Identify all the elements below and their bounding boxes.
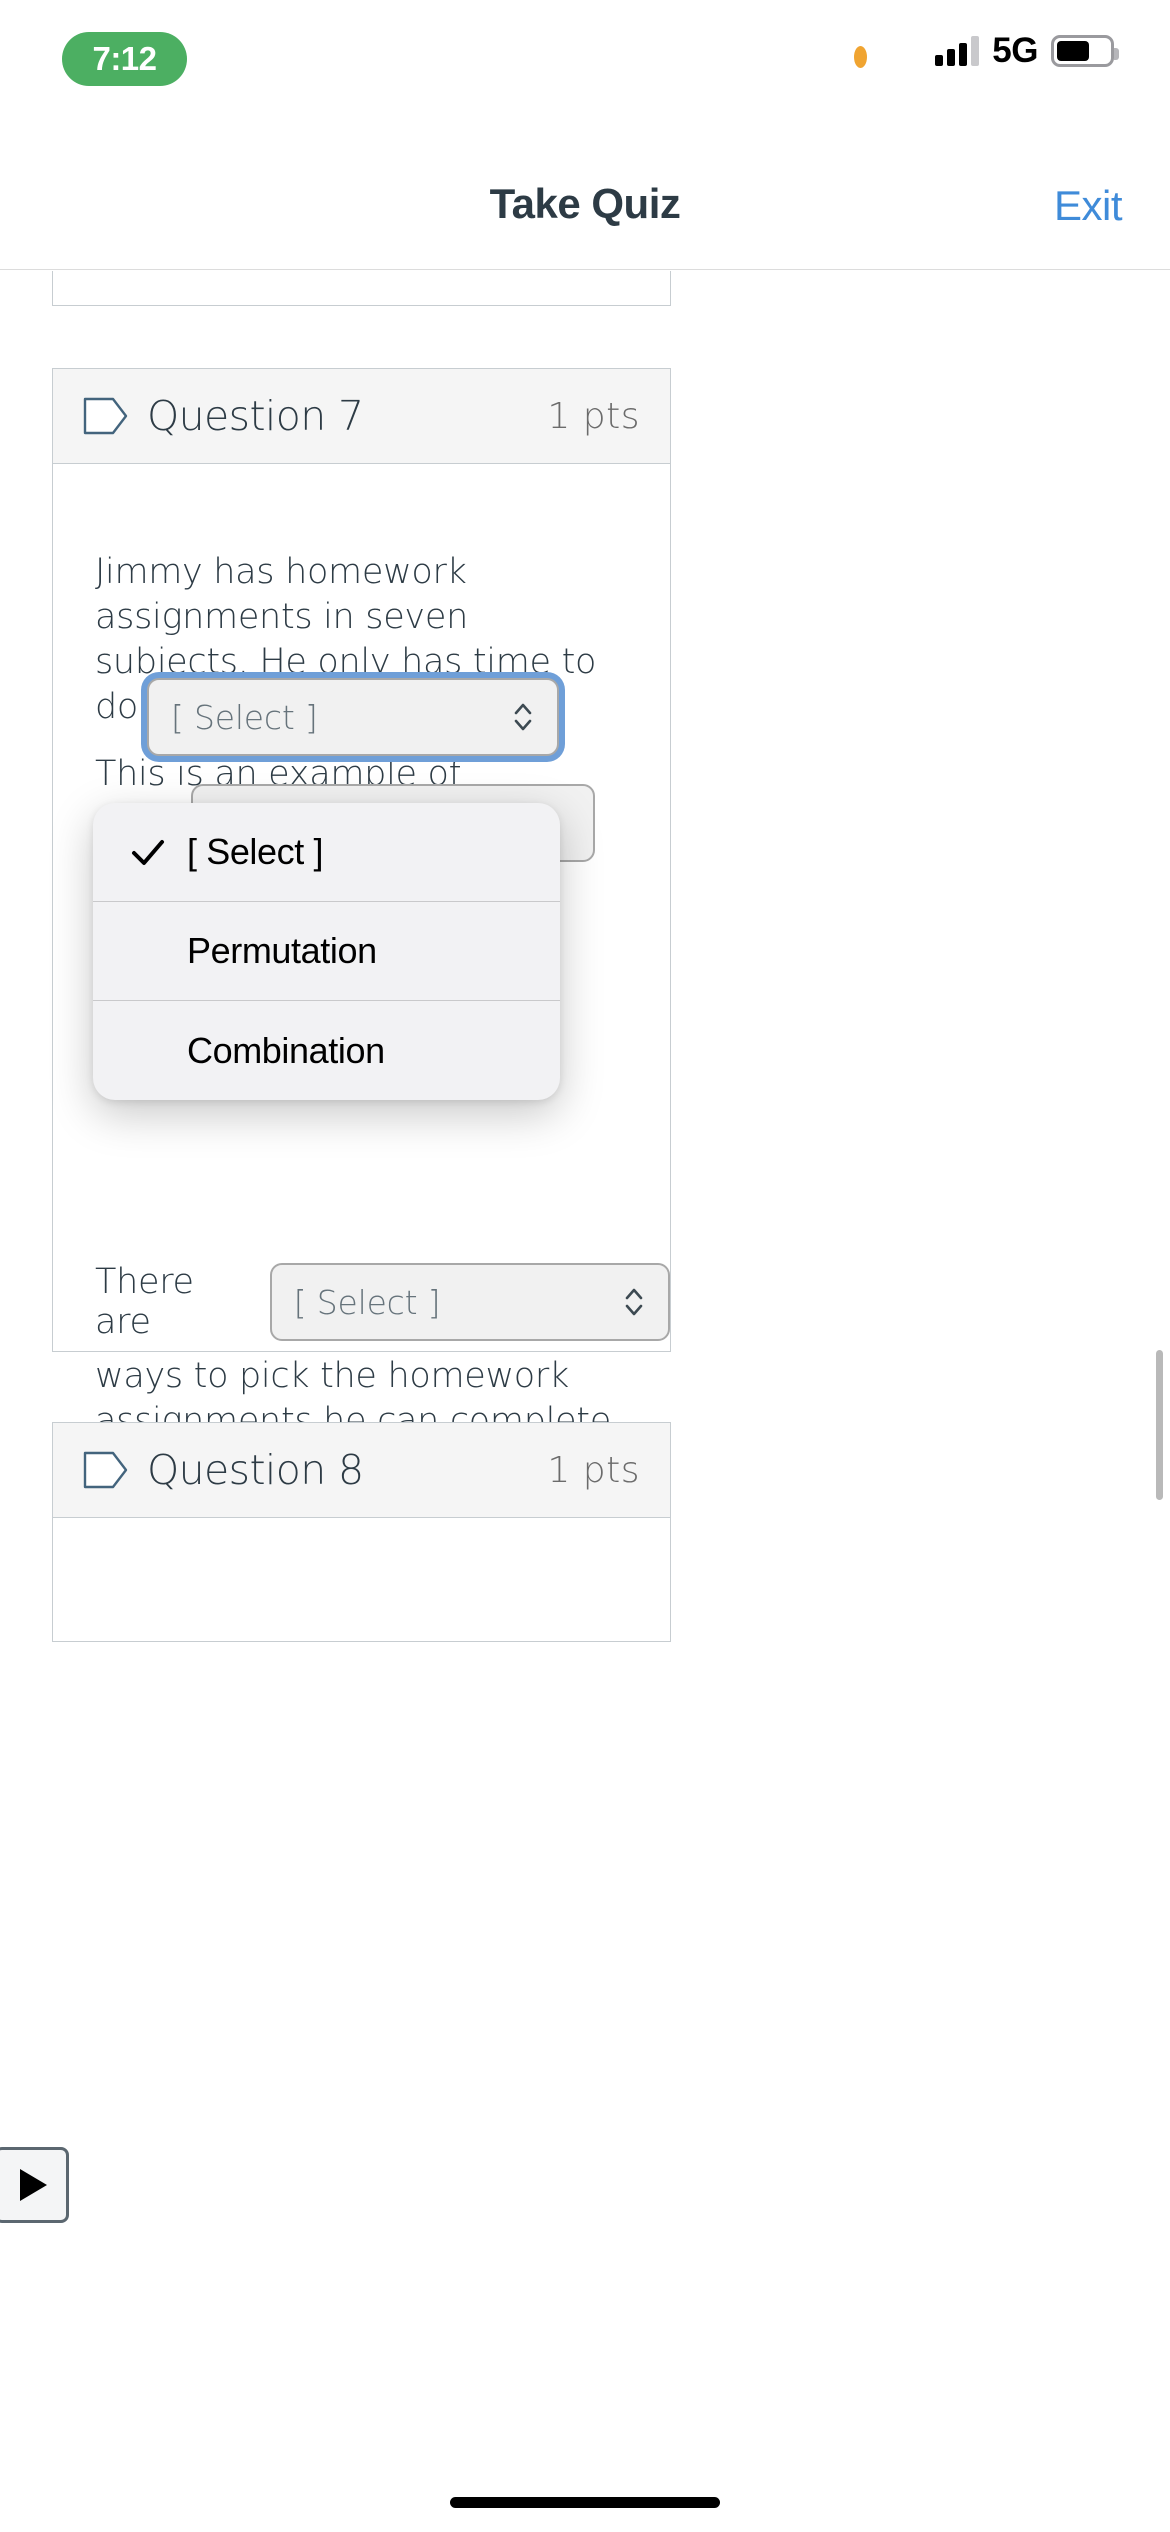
question-7-body: Jimmy has homework assignments in seven …: [53, 464, 670, 1441]
question-card-8: Question 8 1 pts: [52, 1422, 671, 1642]
quiz-scroll-area[interactable]: Question 7 1 pts Jimmy has homework assi…: [0, 271, 1170, 2532]
status-time-pill[interactable]: 7:12: [62, 32, 187, 86]
play-icon: [20, 2169, 47, 2201]
dropdown-option-permutation[interactable]: Permutation: [93, 902, 560, 1001]
question-8-points: 1 pts: [547, 1449, 640, 1491]
chevron-updown-icon: [514, 703, 532, 731]
select-dropdown-menu[interactable]: [ Select ] Permutation Combination: [93, 803, 560, 1100]
question-7-header: Question 7 1 pts: [53, 369, 670, 464]
select-example-type[interactable]: [ Select ]: [147, 678, 559, 756]
cellular-signal-icon: [935, 36, 980, 66]
there-are-row: There are [ Select ]: [95, 1262, 670, 1342]
dropdown-option-select[interactable]: [ Select ]: [93, 803, 560, 902]
battery-icon: [1051, 35, 1119, 67]
there-are-label: There are: [95, 1262, 194, 1342]
dropdown-option-label: [ Select ]: [187, 831, 324, 872]
exit-button[interactable]: Exit: [1054, 182, 1123, 230]
select-one-focus-ring: [ Select ]: [141, 672, 565, 762]
page-title: Take Quiz: [489, 180, 681, 227]
select-ways-count[interactable]: [ Select ]: [269, 1263, 670, 1341]
flag-icon: [83, 1451, 128, 1489]
select-one-value: [ Select ]: [171, 697, 318, 737]
status-right-group: 5G: [935, 28, 1119, 74]
question-7-points: 1 pts: [547, 395, 640, 437]
vertical-scrollbar[interactable]: [1156, 1350, 1163, 1500]
dropdown-option-combination[interactable]: Combination: [93, 1001, 560, 1100]
previous-question-card: [52, 271, 671, 306]
question-7-label: Question 7: [147, 392, 364, 440]
checkmark-icon: [132, 840, 164, 865]
status-time: 7:12: [92, 40, 157, 77]
dropdown-option-label: Permutation: [187, 930, 377, 971]
flag-icon: [83, 397, 128, 435]
question-8-header: Question 8 1 pts: [53, 1423, 670, 1518]
speak-play-button[interactable]: [0, 2147, 69, 2223]
select-two-value: [ Select ]: [293, 1282, 441, 1322]
question-8-label: Question 8: [147, 1446, 364, 1494]
network-type-label: 5G: [992, 31, 1038, 70]
home-indicator[interactable]: [450, 2497, 720, 2508]
dropdown-option-label: Combination: [187, 1029, 385, 1071]
privacy-indicator-icon: [854, 46, 867, 68]
chevron-updown-icon: [625, 1288, 643, 1316]
nav-bar: Take Quiz Exit: [0, 150, 1170, 270]
status-bar: 7:12 5G: [0, 0, 1170, 150]
